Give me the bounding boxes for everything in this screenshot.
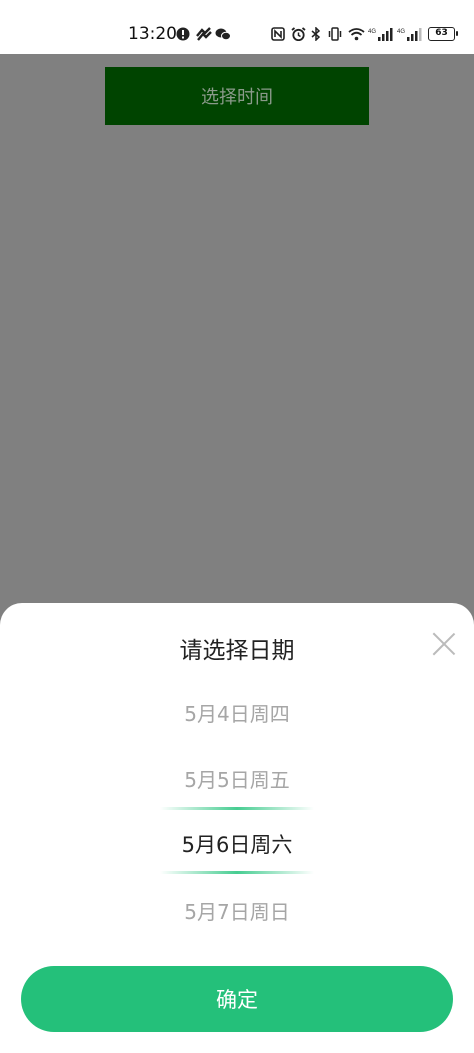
- status-time: 13:20: [128, 24, 177, 44]
- picker-item[interactable]: 5月4日周四: [0, 698, 474, 727]
- vibrate-icon: [327, 27, 343, 41]
- signal-4g-icon: 4G: [397, 27, 423, 41]
- alarm-icon: [291, 27, 306, 41]
- nfc-icon: [271, 27, 285, 41]
- status-bar: 13:20 4G 4G 63: [0, 0, 474, 54]
- svg-text:4G: 4G: [397, 29, 405, 35]
- sync-icon: [196, 27, 212, 41]
- wechat-icon: [215, 27, 231, 41]
- bluetooth-icon: [311, 27, 321, 41]
- sheet-title: 请选择日期: [179, 638, 295, 664]
- signal-4g-icon: 4G: [368, 27, 394, 41]
- selection-line-top: [160, 807, 314, 810]
- svg-text:4G: 4G: [368, 29, 376, 35]
- confirm-button[interactable]: 确定: [21, 966, 453, 1032]
- alert-icon: [176, 27, 190, 41]
- date-picker-sheet: 请选择日期 5月4日周四 5月5日周五 5月6日周六 5月7日周日 5月8日周一…: [0, 603, 474, 1053]
- date-wheel-picker[interactable]: 5月4日周四 5月5日周五 5月6日周六 5月7日周日 5月8日周一: [0, 683, 474, 988]
- picker-item[interactable]: 5月5日周五: [0, 764, 474, 793]
- battery-indicator: 63: [428, 27, 458, 41]
- picker-item-selected[interactable]: 5月6日周六: [0, 829, 474, 859]
- selection-line-bottom: [160, 871, 314, 874]
- picker-item[interactable]: 5月7日周日: [0, 896, 474, 925]
- select-time-button[interactable]: 选择时间: [105, 67, 369, 125]
- wifi-icon: [348, 27, 365, 41]
- close-icon[interactable]: [431, 631, 457, 657]
